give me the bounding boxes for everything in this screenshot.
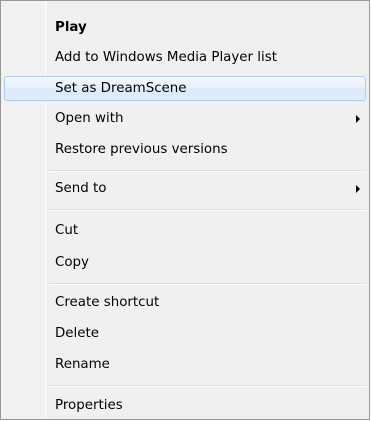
menu-item-label: Rename (55, 357, 110, 372)
menu-item-set-as-dreamscene[interactable]: Set as DreamScene (4, 76, 366, 101)
menu-item-label: Add to Windows Media Player list (55, 50, 277, 65)
menu-separator (49, 170, 366, 172)
menu-item-label: Open with (55, 111, 124, 126)
menu-item-add-to-wmp-list[interactable]: Add to Windows Media Player list (4, 45, 366, 70)
menu-separator (49, 385, 366, 387)
menu-item-rename[interactable]: Rename (4, 352, 366, 377)
menu-item-label: Properties (55, 398, 123, 413)
menu-item-label: Send to (55, 181, 107, 196)
menu-item-label: Play (55, 20, 87, 35)
menu-item-label: Restore previous versions (55, 142, 228, 157)
menu-item-label: Create shortcut (55, 295, 160, 310)
context-menu: Play Add to Windows Media Player list Se… (0, 0, 370, 420)
menu-item-delete[interactable]: Delete (4, 321, 366, 346)
menu-item-properties[interactable]: Properties (4, 393, 366, 418)
menu-item-open-with[interactable]: Open with (4, 106, 366, 131)
menu-item-send-to[interactable]: Send to (4, 176, 366, 201)
menu-item-create-shortcut[interactable]: Create shortcut (4, 290, 366, 315)
menu-item-play[interactable]: Play (4, 15, 366, 40)
menu-item-copy[interactable]: Copy (4, 250, 366, 275)
menu-item-label: Copy (55, 255, 89, 270)
submenu-arrow-icon (356, 115, 360, 123)
menu-item-restore-previous-versions[interactable]: Restore previous versions (4, 137, 366, 162)
menu-separator (49, 209, 366, 211)
menu-item-label: Cut (55, 223, 79, 238)
menu-separator (49, 283, 366, 285)
menu-item-label: Set as DreamScene (55, 81, 187, 96)
menu-item-cut[interactable]: Cut (4, 218, 366, 243)
submenu-arrow-icon (356, 185, 360, 193)
menu-item-label: Delete (55, 326, 99, 341)
